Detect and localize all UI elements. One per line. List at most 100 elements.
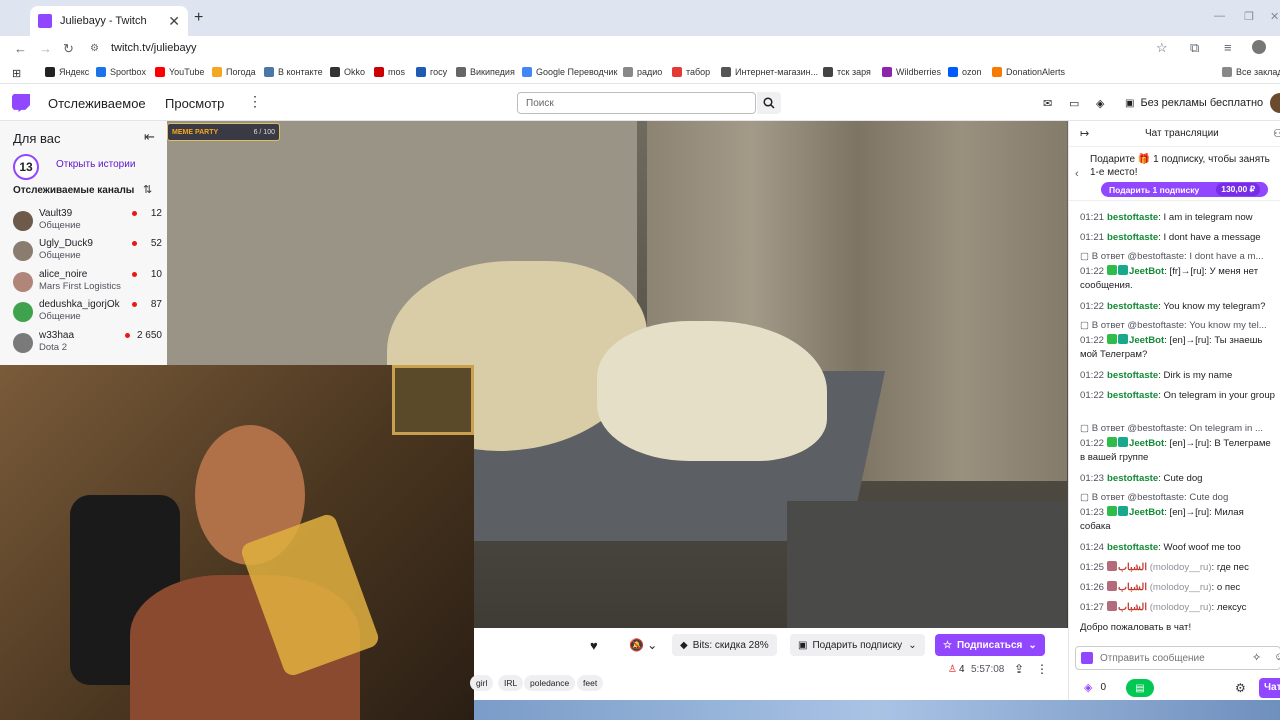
search-input[interactable] — [517, 92, 756, 114]
bookmark-item[interactable]: Интернет-магазин... — [721, 67, 818, 77]
more-icon[interactable]: ⋮ — [248, 93, 262, 110]
chat-message[interactable]: 01:23 JeetBot: [en]→[ru]: Милая собака — [1080, 506, 1276, 534]
message-user[interactable]: JeetBot — [1129, 507, 1164, 518]
bookmark-item[interactable]: DonationAlerts — [992, 67, 1065, 77]
bookmark-item[interactable]: YouTube — [155, 67, 204, 77]
maximize-icon[interactable]: ❐ — [1244, 10, 1254, 23]
chat-message[interactable]: 01:27 الشباب (molodoy__ru): лексус — [1080, 601, 1276, 615]
channel-points[interactable]: ◈ 0 — [1084, 681, 1106, 694]
nav-following[interactable]: Отслеживаемое — [48, 96, 146, 111]
media-controls-icon[interactable]: ≡ — [1224, 40, 1232, 55]
message-user[interactable]: الشباب — [1118, 582, 1147, 593]
bookmark-item[interactable]: Google Переводчик — [522, 67, 617, 77]
chat-message[interactable]: 01:24 bestoftaste: Woof woof me too — [1080, 541, 1276, 555]
open-stories-link[interactable]: Открыть истории — [56, 159, 135, 170]
stream-tag[interactable]: girl — [470, 675, 494, 691]
share-icon[interactable]: ⇪ — [1014, 662, 1024, 676]
inbox-icon[interactable]: ✉ — [1043, 97, 1052, 110]
message-user[interactable]: JeetBot — [1129, 438, 1164, 449]
chat-message[interactable]: 01:21 bestoftaste: I am in telegram now — [1080, 211, 1276, 225]
bookmark-item[interactable]: В контакте — [264, 67, 323, 77]
forward-icon[interactable]: → — [39, 41, 52, 56]
followed-channel[interactable]: dedushka_igorjOk Общение 87 — [12, 298, 162, 326]
reload-icon[interactable]: ↻ — [63, 41, 74, 57]
emote-picker-icon[interactable]: ☺ — [1274, 651, 1280, 663]
bookmark-item[interactable]: ozon — [948, 67, 982, 77]
collapse-sidebar-icon[interactable]: ⇤ — [144, 129, 155, 145]
chat-message[interactable]: 01:23 bestoftaste: Cute dog — [1080, 472, 1276, 486]
bits-icon[interactable] — [1081, 652, 1093, 664]
gift-one-sub-button[interactable]: Подарить 1 подписку 130,00 ₽ — [1101, 182, 1268, 197]
search-button[interactable] — [757, 92, 781, 114]
stream-tag[interactable]: poledance — [524, 675, 576, 691]
chat-message-input[interactable] — [1100, 650, 1240, 666]
bookmark-item[interactable]: Википедия — [456, 67, 515, 77]
bits-discount-button[interactable]: ◆ Bits: скидка 28% — [672, 634, 777, 656]
notifications-off-icon[interactable]: 🔕 ⌄ — [629, 638, 657, 652]
bookmark-item[interactable]: госу — [416, 67, 447, 77]
twitch-logo-icon[interactable] — [12, 94, 30, 112]
chat-message[interactable]: 01:22 JeetBot: [en]→[ru]: В Телеграме в в… — [1080, 437, 1276, 465]
more-options-icon[interactable]: ⋮ — [1036, 662, 1048, 676]
followed-channel[interactable]: Vault39 Общение 12 — [12, 207, 162, 235]
no-ads-button[interactable]: ▣ Без рекламы бесплатно — [1117, 91, 1272, 115]
whispers-icon[interactable]: ▭ — [1069, 97, 1079, 110]
site-info-icon[interactable]: ⚙ — [90, 43, 99, 54]
message-user[interactable]: الشباب — [1118, 562, 1147, 573]
bookmark-item[interactable]: Sportbox — [96, 67, 146, 77]
chat-message[interactable]: 01:25 الشباب (molodoy__ru): где пес — [1080, 561, 1276, 575]
new-tab-button[interactable]: + — [194, 9, 203, 27]
message-user[interactable]: bestoftaste — [1107, 232, 1158, 243]
nav-browse[interactable]: Просмотр — [165, 96, 224, 111]
stream-tag[interactable]: IRL — [498, 675, 524, 691]
bookmark-item[interactable]: mos — [374, 67, 405, 77]
apps-grid-icon[interactable]: ⊞ — [12, 67, 21, 80]
bookmark-item[interactable]: тск заря — [823, 67, 871, 77]
followed-channel[interactable]: Ugly_Duck9 Общение 52 — [12, 237, 162, 265]
followed-channel[interactable]: w33haa Dota 2 2 650 — [12, 329, 162, 357]
all-bookmarks[interactable]: Все заклад — [1222, 67, 1280, 77]
browser-tab[interactable]: Juliebayy - Twitch ✕ — [30, 6, 188, 36]
crown-icon[interactable]: ◈ — [1096, 97, 1104, 110]
message-user[interactable]: bestoftaste — [1107, 212, 1158, 223]
follow-heart-icon[interactable]: ♥ — [590, 638, 598, 653]
bookmark-star-icon[interactable]: ☆ — [1156, 40, 1168, 56]
chat-send-button[interactable]: Чат — [1259, 678, 1280, 698]
bookmark-item[interactable]: Яндекс — [45, 67, 89, 77]
bookmark-item[interactable]: радио — [623, 67, 662, 77]
collapse-chat-icon[interactable]: ↦ — [1080, 127, 1089, 140]
message-user[interactable]: bestoftaste — [1107, 301, 1158, 312]
profile-avatar-icon[interactable] — [1252, 40, 1266, 54]
chat-message[interactable]: 01:26 الشباب (molodoy__ru): о пес — [1080, 581, 1276, 595]
bookmark-item[interactable]: Wildberries — [882, 67, 941, 77]
chat-message[interactable]: 01:22 bestoftaste: Dirk is my name — [1080, 369, 1276, 383]
url-field[interactable]: ⚙ twitch.tv/juliebayy — [84, 38, 1174, 58]
gift-sub-button[interactable]: ▣ Подарить подписку ⌄ — [790, 634, 925, 656]
sort-icon[interactable]: ⇅ — [143, 183, 152, 196]
message-user[interactable]: bestoftaste — [1107, 370, 1158, 381]
chat-settings-gear-icon[interactable]: ⚙ — [1235, 681, 1246, 695]
message-user[interactable]: bestoftaste — [1107, 473, 1158, 484]
message-user[interactable]: الشباب — [1118, 602, 1147, 613]
message-user[interactable]: bestoftaste — [1107, 390, 1158, 401]
tab-close-icon[interactable]: ✕ — [168, 13, 180, 30]
chat-message[interactable]: 01:22 JeetBot: [en]→[ru]: Ты знаешь мой Т… — [1080, 334, 1276, 362]
back-icon[interactable]: ← — [14, 41, 27, 56]
bookmark-item[interactable]: Okko — [330, 67, 365, 77]
chat-message[interactable]: 01:22 JeetBot: [fr]→[ru]: У меня нет сооб… — [1080, 265, 1276, 293]
message-user[interactable]: JeetBot — [1129, 266, 1164, 277]
chat-message[interactable]: 01:22 bestoftaste: On telegram in your gr… — [1080, 389, 1276, 417]
community-icon[interactable]: ⚇ — [1273, 127, 1280, 140]
message-user[interactable]: bestoftaste — [1107, 542, 1158, 553]
minimize-icon[interactable]: — — [1214, 10, 1225, 22]
extensions-icon[interactable]: ⧉ — [1190, 40, 1199, 56]
chat-message[interactable]: 01:22 bestoftaste: You know my telegram? — [1080, 300, 1276, 314]
chat-message[interactable]: 01:21 bestoftaste: I dont have a message — [1080, 231, 1276, 245]
bookmark-item[interactable]: Погода — [212, 67, 256, 77]
bookmark-item[interactable]: табор — [672, 67, 710, 77]
subscribe-button[interactable]: ☆ Подписаться ⌄ — [935, 634, 1045, 656]
close-window-icon[interactable]: ✕ — [1270, 10, 1279, 23]
stream-tag[interactable]: feet — [577, 675, 604, 691]
sparkle-icon[interactable]: ✧ — [1252, 651, 1261, 664]
chat-input-box[interactable]: ✧ ☺ — [1075, 646, 1280, 670]
